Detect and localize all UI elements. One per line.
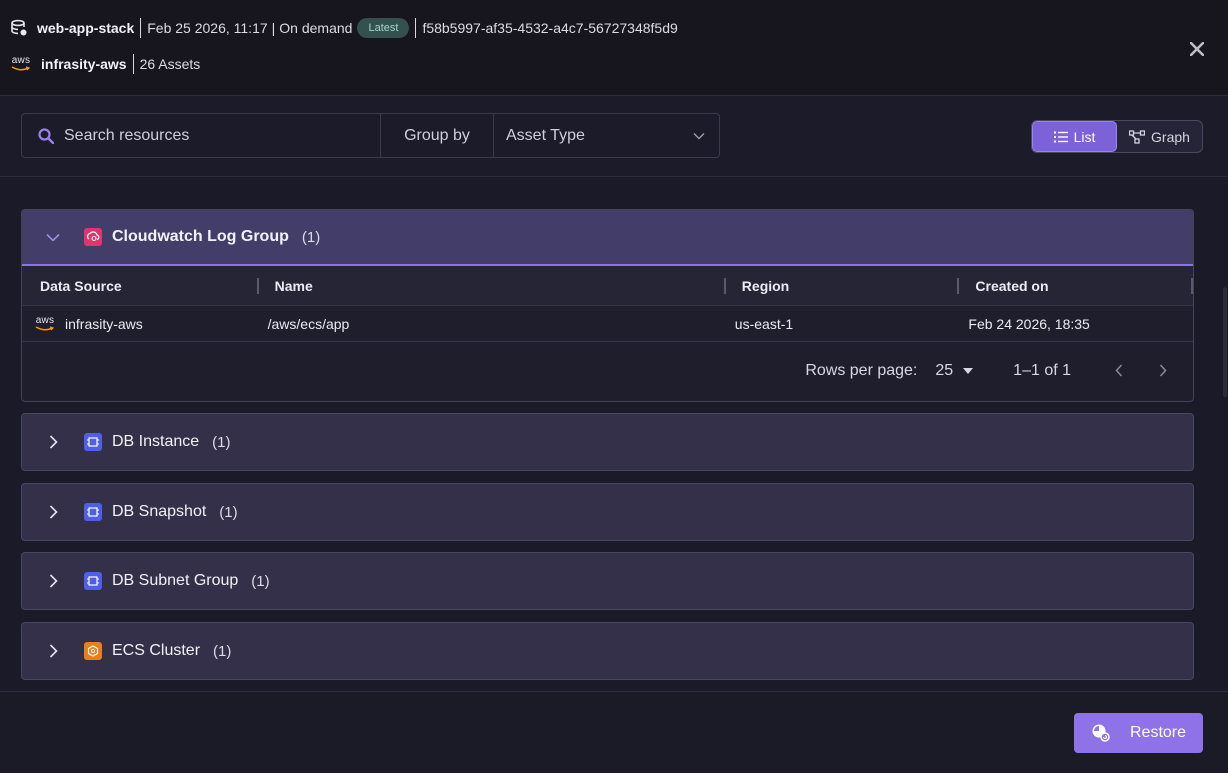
- asset-group-db-instance[interactable]: DB Instance (1): [21, 413, 1194, 471]
- expand-toggle[interactable]: [22, 644, 84, 658]
- assets-count: 26 Assets: [139, 56, 201, 72]
- asset-groups-list: Cloudwatch Log Group (1) Data Source Nam…: [0, 177, 1228, 691]
- cell-data-source: aws infrasity-aws: [34, 314, 143, 332]
- table-pagination: Rows per page: 25 1–1 of 1: [22, 342, 1193, 399]
- previous-page-button[interactable]: [1107, 359, 1131, 383]
- chevron-down-icon: [46, 233, 60, 242]
- cloudwatch-icon: [84, 228, 102, 246]
- chevron-right-icon: [49, 505, 58, 519]
- latest-badge: Latest: [357, 18, 410, 38]
- group-by-label: Group by: [381, 114, 494, 157]
- table-header: Data Source Name Region Created on: [22, 266, 1193, 306]
- aws-logo-icon: aws: [10, 56, 32, 72]
- divider-text: |: [271, 20, 276, 36]
- close-icon: [1190, 42, 1204, 56]
- expand-toggle[interactable]: [22, 574, 84, 588]
- chevron-right-icon: [49, 644, 58, 658]
- group-by-value: Asset Type: [506, 126, 585, 144]
- expand-toggle[interactable]: [22, 435, 84, 449]
- stack-database-icon: [10, 19, 28, 37]
- cell-region: us-east-1: [734, 315, 794, 332]
- view-toggle: List Graph: [1031, 120, 1203, 153]
- stack-name: web-app-stack: [37, 20, 135, 36]
- close-button[interactable]: [1186, 38, 1208, 60]
- asset-group-db-subnet-group[interactable]: DB Subnet Group (1): [21, 552, 1194, 610]
- cell-created-on: Feb 24 2026, 18:35: [968, 315, 1090, 332]
- snapshot-info-row: web-app-stack Feb 25 2026, 11:17 | On de…: [10, 16, 678, 40]
- account-info-row: aws infrasity-aws 26 Assets: [10, 52, 200, 76]
- column-header-region[interactable]: Region: [726, 266, 960, 305]
- aws-logo-icon: aws: [34, 315, 56, 332]
- chevron-right-icon: [49, 435, 58, 449]
- snapshot-date: Feb 25 2026, 11:17: [147, 20, 268, 36]
- chevron-down-icon: [693, 132, 705, 139]
- asset-group-name: DB Instance: [112, 433, 200, 450]
- cell-name: /aws/ecs/app: [267, 315, 350, 332]
- ecs-cluster-icon: [84, 642, 102, 660]
- db-subnet-group-icon: [84, 572, 102, 590]
- account-name: infrasity-aws: [41, 56, 127, 72]
- snapshot-mode: On demand: [279, 20, 353, 36]
- divider: [132, 54, 134, 74]
- asset-group-name: DB Subnet Group: [112, 572, 239, 589]
- snapshot-header: web-app-stack Feb 25 2026, 11:17 | On de…: [0, 0, 1228, 96]
- scrollbar-thumb[interactable]: [1222, 177, 1228, 691]
- asset-group-count: (1): [251, 572, 270, 590]
- search-and-group-box: Group by Asset Type: [21, 113, 720, 158]
- asset-group-db-snapshot[interactable]: DB Snapshot (1): [21, 483, 1194, 541]
- asset-group-header[interactable]: Cloudwatch Log Group (1): [22, 210, 1193, 266]
- asset-group-count: (1): [301, 228, 321, 246]
- search-icon: [38, 127, 54, 144]
- restore-label: Restore: [1129, 724, 1187, 741]
- asset-group-count: (1): [213, 642, 232, 660]
- rows-per-page-label: Rows per page:: [805, 361, 918, 379]
- graph-view-button[interactable]: Graph: [1117, 121, 1202, 152]
- asset-group-name: DB Snapshot: [112, 503, 207, 520]
- asset-group-name: ECS Cluster: [112, 642, 201, 659]
- list-icon: [1053, 131, 1068, 142]
- asset-group-ecs-cluster[interactable]: ECS Cluster (1): [21, 622, 1194, 680]
- asset-group-cloudwatch-log-group: Cloudwatch Log Group (1) Data Source Nam…: [21, 209, 1194, 402]
- column-resize-handle[interactable]: [1191, 278, 1193, 294]
- expand-toggle[interactable]: [22, 505, 84, 519]
- snapshot-id: f58b5997-af35-4532-a4c7-56727348f5d9: [422, 20, 678, 36]
- asset-group-name: Cloudwatch Log Group: [112, 228, 289, 245]
- column-header-created-on[interactable]: Created on: [959, 266, 1193, 305]
- chevron-right-icon: [1159, 364, 1167, 377]
- footer: Restore: [0, 691, 1228, 773]
- next-page-button[interactable]: [1151, 359, 1175, 383]
- divider: [415, 18, 417, 38]
- chevron-right-icon: [49, 574, 58, 588]
- collapse-toggle[interactable]: [22, 233, 84, 242]
- graph-icon: [1129, 129, 1146, 144]
- rows-per-page-select[interactable]: 25: [935, 362, 974, 380]
- group-by-select[interactable]: Asset Type: [494, 114, 719, 157]
- chevron-left-icon: [1115, 364, 1123, 377]
- restore-icon: [1092, 724, 1110, 742]
- pagination-range: 1–1 of 1: [1013, 361, 1071, 379]
- list-view-button[interactable]: List: [1032, 121, 1117, 152]
- asset-group-count: (1): [219, 503, 238, 521]
- column-header-name[interactable]: Name: [259, 266, 726, 305]
- caret-down-icon: [963, 367, 974, 374]
- divider: [140, 18, 142, 38]
- restore-button[interactable]: Restore: [1074, 713, 1203, 753]
- db-instance-icon: [84, 433, 102, 451]
- scrollbar[interactable]: [1222, 177, 1228, 691]
- db-snapshot-icon: [84, 503, 102, 521]
- graph-view-label: Graph: [1151, 128, 1190, 145]
- list-view-label: List: [1073, 128, 1096, 145]
- column-header-data-source[interactable]: Data Source: [22, 266, 259, 305]
- search-field[interactable]: [22, 114, 381, 157]
- table-row[interactable]: aws infrasity-aws /aws/ecs/app us-east-1…: [22, 306, 1193, 342]
- asset-group-count: (1): [212, 433, 231, 451]
- toolbar: Group by Asset Type List Graph: [0, 96, 1228, 177]
- search-input[interactable]: [64, 126, 354, 145]
